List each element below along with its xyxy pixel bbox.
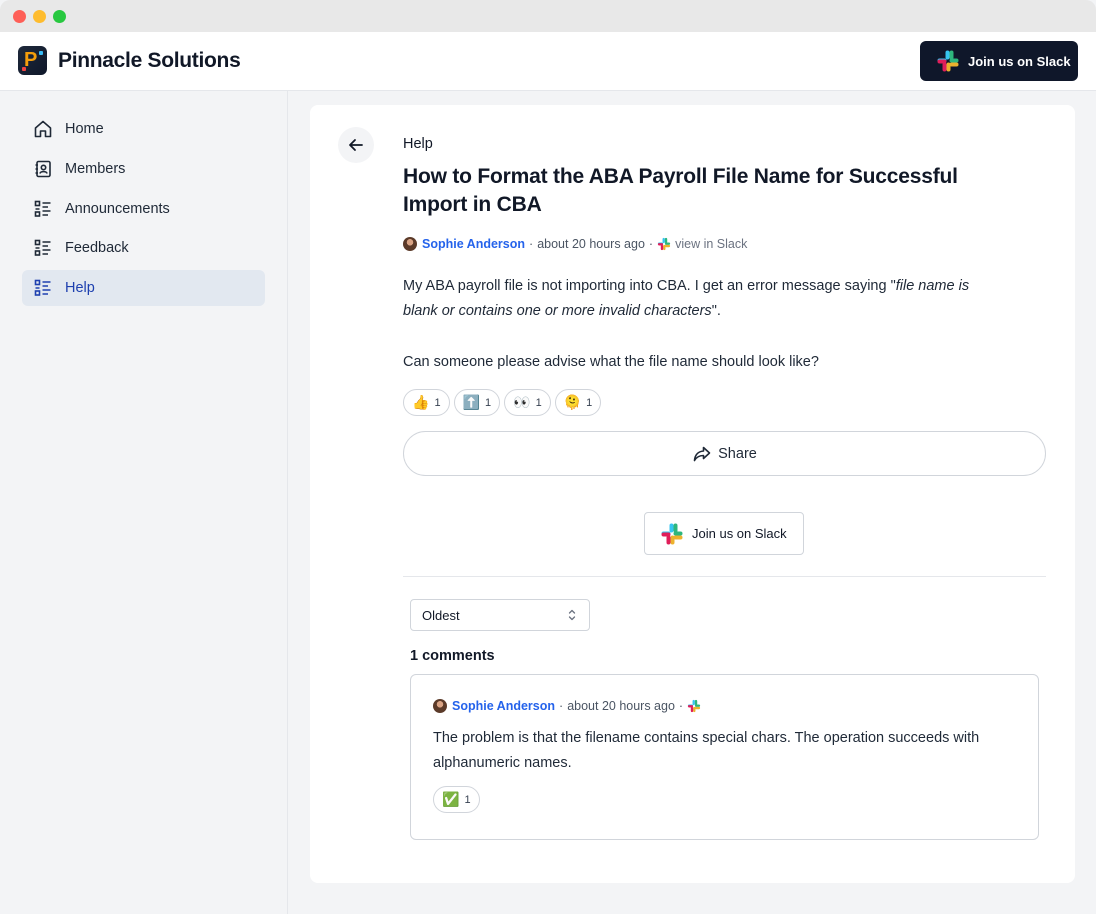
- author-link[interactable]: Sophie Anderson: [422, 237, 525, 251]
- reaction-melting-face[interactable]: 🫠 1: [554, 389, 602, 416]
- arrow-left-icon: [349, 139, 363, 151]
- reaction-count: 1: [434, 396, 441, 409]
- brand-name[interactable]: Pinnacle Solutions: [58, 49, 241, 73]
- post-title: How to Format the ABA Payroll File Name …: [403, 165, 958, 216]
- minimize-window-button[interactable]: [33, 10, 46, 23]
- author-link[interactable]: Sophie Anderson: [452, 699, 555, 713]
- sidebar-item-home[interactable]: Home: [22, 111, 265, 147]
- view-in-slack-link[interactable]: view in Slack: [675, 237, 747, 251]
- reaction-count: 1: [485, 396, 492, 409]
- home-icon: [33, 119, 53, 139]
- close-window-button[interactable]: [13, 10, 26, 23]
- melting-face-emoji-icon: 🫠: [563, 394, 582, 410]
- brand-logo[interactable]: P: [18, 46, 47, 75]
- post-reactions: 👍 1 ⬆️ 1 👀 1 🫠 1: [403, 389, 602, 416]
- avatar: [433, 699, 447, 713]
- sort-selected-value: Oldest: [422, 607, 460, 623]
- slack-icon: [657, 237, 671, 251]
- join-slack-label: Join us on Slack: [968, 53, 1071, 69]
- sidebar-item-label: Members: [65, 161, 126, 177]
- sidebar-item-label: Feedback: [65, 240, 129, 256]
- comment-text: The problem is that the filename contain…: [433, 730, 980, 771]
- sidebar-item-help[interactable]: Help: [22, 270, 265, 306]
- post-body-paragraph: My ABA payroll file is not importing int…: [403, 274, 1003, 324]
- comment-item: Sophie Anderson · about 20 hours ago · T…: [410, 674, 1039, 840]
- reaction-up-arrow[interactable]: ⬆️ 1: [453, 389, 501, 416]
- slack-icon: [937, 50, 959, 72]
- join-slack-label: Join us on Slack: [692, 526, 787, 541]
- thumbs-up-emoji-icon: 👍: [412, 394, 430, 410]
- list-icon: [33, 278, 53, 298]
- separator: ·: [648, 237, 654, 251]
- sidebar: Home Members Announcements Feedback Help: [0, 91, 288, 914]
- body-intro: My ABA payroll file is not importing int…: [403, 278, 896, 294]
- list-icon: [33, 238, 53, 258]
- sidebar-item-feedback[interactable]: Feedback: [22, 230, 265, 266]
- eyes-emoji-icon: 👀: [513, 394, 531, 410]
- share-button[interactable]: Share: [403, 431, 1046, 476]
- share-icon: [693, 446, 711, 461]
- comment-reactions: ✅ 1: [433, 786, 480, 813]
- window-titlebar: [0, 0, 1096, 32]
- sidebar-item-members[interactable]: Members: [22, 151, 265, 187]
- post-meta: Sophie Anderson · about 20 hours ago · v…: [403, 236, 747, 252]
- chevron-up-down-icon: [568, 609, 576, 621]
- maximize-window-button[interactable]: [53, 10, 66, 23]
- slack-icon[interactable]: [687, 699, 701, 713]
- post-time: about 20 hours ago: [537, 237, 645, 251]
- app-window: P Pinnacle Solutions Join us on Slack Ho…: [0, 0, 1096, 914]
- comment-sort-select[interactable]: Oldest: [410, 599, 590, 631]
- sidebar-item-label: Announcements: [65, 201, 170, 217]
- slack-icon: [661, 523, 683, 544]
- sidebar-item-label: Home: [65, 121, 104, 137]
- share-label: Share: [718, 445, 757, 462]
- separator: ·: [529, 237, 534, 251]
- back-button[interactable]: [338, 127, 374, 163]
- comment-meta: Sophie Anderson · about 20 hours ago ·: [433, 698, 705, 714]
- reaction-count: 1: [464, 793, 471, 806]
- reaction-count: 1: [535, 396, 542, 409]
- list-icon: [33, 199, 53, 219]
- avatar: [403, 237, 417, 251]
- reaction-eyes[interactable]: 👀 1: [504, 389, 551, 416]
- reaction-thumbs-up[interactable]: 👍 1: [403, 389, 450, 416]
- join-slack-header-button[interactable]: Join us on Slack: [920, 41, 1078, 81]
- reaction-check-mark[interactable]: ✅ 1: [433, 786, 480, 813]
- comments-count: 1 comments: [410, 648, 495, 664]
- post-category[interactable]: Help: [403, 136, 433, 152]
- sidebar-item-label: Help: [65, 280, 95, 296]
- divider: [403, 576, 1046, 577]
- join-slack-button[interactable]: Join us on Slack: [644, 512, 804, 555]
- body-outro: ".: [711, 303, 721, 319]
- contacts-icon: [33, 159, 53, 179]
- post-card: Help How to Format the ABA Payroll File …: [310, 105, 1075, 883]
- comment-time: about 20 hours ago: [567, 699, 675, 713]
- post-body-question: Can someone please advise what the file …: [403, 354, 819, 370]
- reaction-count: 1: [586, 396, 593, 409]
- sidebar-item-announcements[interactable]: Announcements: [22, 191, 265, 227]
- separator: ·: [559, 699, 564, 713]
- up-arrow-emoji-icon: ⬆️: [462, 394, 480, 410]
- app-header: P Pinnacle Solutions Join us on Slack: [0, 32, 1096, 91]
- separator: ·: [678, 699, 684, 713]
- check-mark-emoji-icon: ✅: [442, 791, 460, 807]
